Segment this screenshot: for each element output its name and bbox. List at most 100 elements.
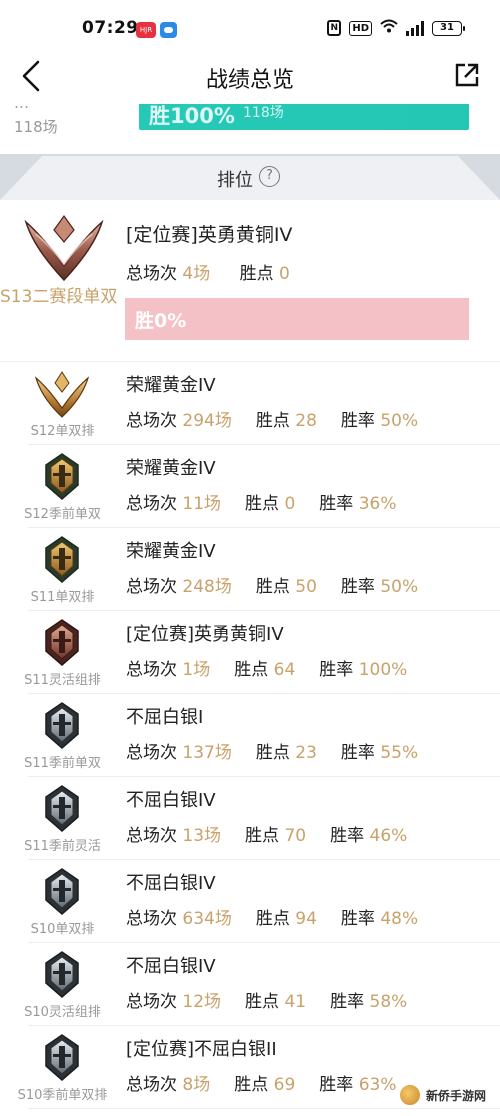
points-value: 70 xyxy=(284,826,307,846)
points-label: 胜点 xyxy=(255,411,290,431)
previous-count: 118场 xyxy=(14,118,58,136)
season-rank-title: 不屈白银IV xyxy=(126,956,216,977)
winrate-value: 50% xyxy=(380,577,419,597)
current-season-name: S13二赛段单双 xyxy=(0,287,118,307)
winrate-value: 36% xyxy=(358,494,397,514)
season-rank-title: [定位赛]不屈白银II xyxy=(126,1039,277,1060)
page-title: 战绩总览 xyxy=(205,68,294,93)
points-value: 0 xyxy=(279,264,290,284)
share-icon[interactable] xyxy=(454,62,480,88)
season-name: S12季前单双 xyxy=(24,507,101,522)
season-name: S11单双排 xyxy=(30,590,95,605)
signal-icon xyxy=(406,20,424,36)
watermark-text: 新侨手游网 xyxy=(426,1088,487,1103)
points-label: 胜点 xyxy=(245,494,280,514)
winrate-label: 胜率 xyxy=(319,494,354,514)
points-label: 胜点 xyxy=(239,264,274,284)
nav-bar: 战绩总览 xyxy=(0,48,500,104)
winrate-label: 胜率 xyxy=(340,577,375,597)
season-row[interactable]: S12季前单双 荣耀黄金IV 总场次 11场 胜点 0 胜率 36% xyxy=(0,445,500,528)
silver-helmet-emblem-icon xyxy=(34,700,90,750)
season-stats: 总场次 137场 胜点 23 胜率 55% xyxy=(126,738,418,763)
help-icon[interactable]: ? xyxy=(259,166,280,187)
gold-helmet-emblem-icon xyxy=(34,534,90,584)
nfc-icon: N xyxy=(327,20,342,36)
season-row[interactable]: S11季前单双 不屈白银I 总场次 137场 胜点 23 胜率 55% xyxy=(0,694,500,777)
silver-helmet-emblem-icon xyxy=(34,783,90,833)
points-label: 胜点 xyxy=(255,909,290,929)
season-row[interactable]: S12单双排 荣耀黄金IV 总场次 294场 胜点 28 胜率 50% xyxy=(0,362,500,445)
current-season-stats: 总场次 4场 胜点 0 xyxy=(126,259,290,284)
season-name: S11灵活组排 xyxy=(24,673,101,688)
season-stats: 总场次 8场 胜点 69 胜率 63% xyxy=(126,1070,396,1095)
total-games-value: 8场 xyxy=(182,1075,211,1095)
season-stats: 总场次 13场 胜点 70 胜率 46% xyxy=(126,821,407,846)
season-rank-title: 荣耀黄金IV xyxy=(126,458,216,479)
points-value: 94 xyxy=(295,909,317,929)
season-stats: 总场次 12场 胜点 41 胜率 58% xyxy=(126,987,407,1012)
season-row[interactable]: S11单双排 荣耀黄金IV 总场次 248场 胜点 50 胜率 50% xyxy=(0,528,500,611)
winrate-label: 胜率 xyxy=(330,826,365,846)
season-rank-title: 荣耀黄金IV xyxy=(126,375,216,396)
season-stats: 总场次 248场 胜点 50 胜率 50% xyxy=(126,572,418,597)
season-name: S11季前灵活 xyxy=(24,839,101,854)
status-indicators: N HD 31 xyxy=(327,19,465,37)
points-label: 胜点 xyxy=(234,660,269,680)
ranked-section-header: 排位 ? xyxy=(0,154,500,200)
bronze-helmet-emblem-icon xyxy=(34,617,90,667)
points-value: 28 xyxy=(295,411,317,431)
season-stats: 总场次 294场 胜点 28 胜率 50% xyxy=(126,406,418,431)
watermark-logo-icon xyxy=(398,1083,422,1107)
current-season-card[interactable]: S13二赛段单双 [定位赛]英勇黄铜IV 总场次 4场 胜点 0 胜0% xyxy=(0,200,500,362)
winrate-value: 63% xyxy=(358,1075,397,1095)
site-watermark: 新侨手游网 xyxy=(398,1080,494,1110)
total-games-label: 总场次 xyxy=(126,264,177,284)
header-decoration-band xyxy=(0,154,500,156)
winrate-label: 胜率 xyxy=(340,411,375,431)
points-label: 胜点 xyxy=(245,826,280,846)
season-row[interactable]: S11季前灵活 不屈白银IV 总场次 13场 胜点 70 胜率 46% xyxy=(0,777,500,860)
winrate-label: 胜率 xyxy=(340,909,375,929)
points-value: 64 xyxy=(273,660,296,680)
ranked-title-text: 排位 xyxy=(217,170,253,191)
total-games-label: 总场次 xyxy=(126,909,177,929)
season-name: S11季前单双 xyxy=(24,756,101,771)
season-stats: 总场次 11场 胜点 0 胜率 36% xyxy=(126,489,396,514)
hd-icon: HD xyxy=(349,20,372,36)
previous-winrate-text: 胜100% xyxy=(149,104,235,128)
previous-summary-section: … 118场 胜100% 118场 xyxy=(0,100,500,154)
season-row[interactable]: S10单双排 不屈白银IV 总场次 634场 胜点 94 胜率 48% xyxy=(0,860,500,943)
season-name: S10单双排 xyxy=(30,922,95,937)
total-games-label: 总场次 xyxy=(126,660,177,680)
points-label: 胜点 xyxy=(234,1075,269,1095)
previous-winrate-bar: 胜100% 118场 xyxy=(139,100,469,130)
season-stats: 总场次 1场 胜点 64 胜率 100% xyxy=(126,655,407,680)
winrate-value: 48% xyxy=(380,909,419,929)
bronze-wings-emblem-icon xyxy=(24,208,104,282)
winrate-value: 100% xyxy=(358,660,408,680)
season-name: S10季前单双排 xyxy=(17,1088,108,1103)
battery-icon: 31 xyxy=(432,20,465,36)
gold-wings-emblem-icon xyxy=(34,368,90,418)
total-games-label: 总场次 xyxy=(126,1075,177,1095)
silver-helmet-emblem-icon xyxy=(34,866,90,916)
points-label: 胜点 xyxy=(245,992,280,1012)
season-name: S10灵活组排 xyxy=(24,1005,101,1020)
season-row[interactable]: S11灵活组排 [定位赛]英勇黄铜IV 总场次 1场 胜点 64 胜率 100% xyxy=(0,611,500,694)
season-row[interactable]: S10灵活组排 不屈白银IV 总场次 12场 胜点 41 胜率 58% xyxy=(0,943,500,1026)
notification-app-icon: HJR xyxy=(136,22,156,38)
wifi-icon xyxy=(380,19,398,37)
winrate-value: 46% xyxy=(369,826,408,846)
current-rank-title: [定位赛]英勇黄铜IV xyxy=(126,224,293,246)
season-stats: 总场次 634场 胜点 94 胜率 48% xyxy=(126,904,418,929)
points-value: 41 xyxy=(284,992,307,1012)
total-games-value: 4场 xyxy=(182,264,211,284)
total-games-value: 248场 xyxy=(182,577,232,597)
status-time: 07:29 xyxy=(82,18,139,38)
ranked-section-title: 排位 xyxy=(0,166,500,192)
silver-helmet-emblem-icon xyxy=(34,949,90,999)
points-label: 胜点 xyxy=(255,743,290,763)
season-rank-title: 不屈白银I xyxy=(126,707,204,728)
points-value: 69 xyxy=(273,1075,296,1095)
gold-helmet-emblem-icon xyxy=(34,451,90,501)
